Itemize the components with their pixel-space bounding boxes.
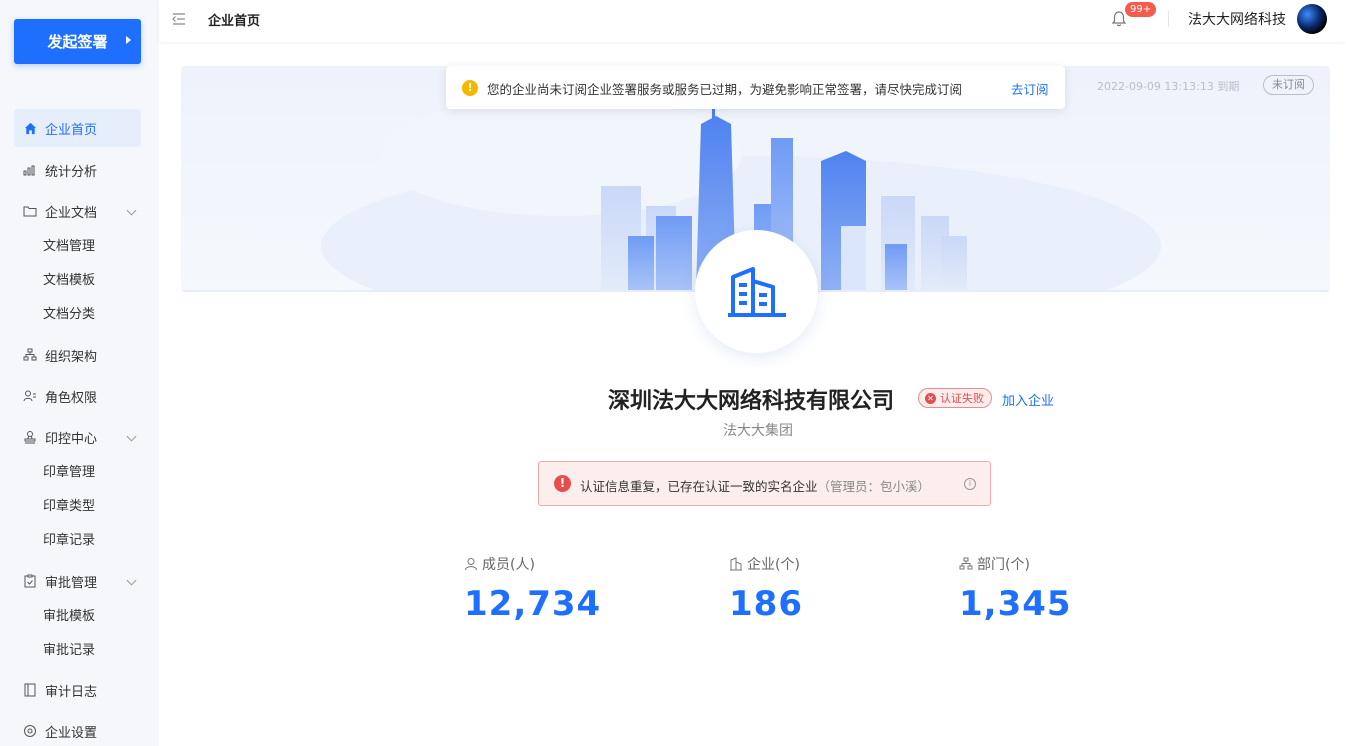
error-message-text: 认证信息重复，已存在认证一致的实名企业 xyxy=(580,479,818,494)
sidebar-item-org[interactable]: 组织架构 xyxy=(14,336,141,374)
chevron-down-icon xyxy=(126,205,137,216)
error-icon: ! xyxy=(554,475,571,492)
bar-chart-icon xyxy=(23,163,37,177)
sidebar-item-label: 企业文档 xyxy=(45,205,98,221)
stat-label: 成员(人) xyxy=(482,557,535,573)
sidebar-item-stats[interactable]: 统计分析 xyxy=(14,151,141,189)
verification-error-alert: ! 认证信息重复，已存在认证一致的实名企业（管理员：包小溪） i xyxy=(538,461,991,506)
sidebar-item-label: 企业首页 xyxy=(45,122,98,138)
expiry-date: 2022-09-09 13:13:13 到期 xyxy=(1097,80,1240,93)
user-icon xyxy=(465,558,477,571)
stat-departments: 部门(个) 1,345 xyxy=(959,555,1072,624)
stat-value: 12,734 xyxy=(464,584,602,624)
sidebar-subitem-doc-manage[interactable]: 文档管理 xyxy=(43,237,95,257)
stat-label: 部门(个) xyxy=(977,557,1030,573)
company-logo xyxy=(695,230,818,353)
sidebar-subitem-approval-record[interactable]: 审批记录 xyxy=(43,641,95,661)
clipboard-icon xyxy=(23,574,37,588)
log-icon xyxy=(23,683,37,697)
start-signing-label: 发起签署 xyxy=(47,33,108,51)
sidebar-item-approval[interactable]: 审批管理 xyxy=(14,562,141,600)
sidebar-subitem-doc-category[interactable]: 文档分类 xyxy=(43,305,95,325)
notification-badge: 99+ xyxy=(1125,2,1157,17)
subscription-status-tag: 未订阅 xyxy=(1263,75,1314,95)
stat-label: 企业(个) xyxy=(747,557,800,573)
error-admin-text: （管理员：包小溪） xyxy=(817,479,931,494)
start-signing-button[interactable]: 发起签署 xyxy=(14,19,141,64)
join-company-link[interactable]: 加入企业 xyxy=(1002,390,1054,409)
current-company-name[interactable]: 法大大网络科技 xyxy=(1188,9,1286,29)
sidebar-item-label: 审批管理 xyxy=(45,575,98,591)
page-title: 企业首页 xyxy=(208,14,261,29)
sidebar-item-roles[interactable]: 角色权限 xyxy=(14,377,141,415)
error-message: 认证信息重复，已存在认证一致的实名企业（管理员：包小溪） xyxy=(580,476,930,495)
sidebar-item-home[interactable]: 企业首页 xyxy=(14,109,141,147)
warning-icon: ! xyxy=(462,80,478,96)
role-icon xyxy=(23,389,37,403)
sidebar-item-label: 企业设置 xyxy=(45,725,98,741)
sidebar: 发起签署 企业首页 统计分析 企业文档 文档管理 文档模板 文档分类 组织架构 … xyxy=(0,0,159,746)
sidebar-subitem-seal-type[interactable]: 印章类型 xyxy=(43,497,95,517)
sidebar-item-label: 审计日志 xyxy=(45,684,98,700)
notice-message: 您的企业尚未订阅企业签署服务或服务已过期，为避免影响正常签署，请尽快完成订阅 xyxy=(487,82,963,97)
chevron-down-icon xyxy=(126,575,137,586)
subscription-notice: ! 您的企业尚未订阅企业签署服务或服务已过期，为避免影响正常签署，请尽快完成订阅… xyxy=(446,66,1065,109)
company-name: 深圳法大大网络科技有限公司 xyxy=(608,389,895,414)
sidebar-subitem-seal-record[interactable]: 印章记录 xyxy=(43,531,95,551)
org-small-icon xyxy=(959,557,973,570)
org-icon xyxy=(23,348,37,362)
sidebar-subitem-doc-template[interactable]: 文档模板 xyxy=(43,271,95,291)
sidebar-item-documents[interactable]: 企业文档 xyxy=(14,192,141,230)
stat-value: 1,345 xyxy=(959,584,1072,624)
settings-icon xyxy=(23,724,37,738)
building-small-icon xyxy=(730,557,742,571)
verification-status-label: 认证失败 xyxy=(940,392,984,405)
divider xyxy=(1168,11,1169,27)
verification-status-badge: ✕ 认证失败 xyxy=(918,388,992,408)
caret-right-icon xyxy=(126,36,131,44)
sidebar-subitem-seal-manage[interactable]: 印章管理 xyxy=(43,463,95,483)
avatar[interactable] xyxy=(1297,4,1327,34)
top-bar: 企业首页 99+ 法大大网络科技 xyxy=(159,0,1346,42)
sidebar-subitem-approval-template[interactable]: 审批模板 xyxy=(43,607,95,627)
stat-value: 186 xyxy=(729,584,803,624)
subscribe-link[interactable]: 去订阅 xyxy=(1011,79,1049,98)
building-icon xyxy=(727,266,786,317)
group-name: 法大大集团 xyxy=(723,423,793,439)
close-circle-icon: ✕ xyxy=(925,392,936,404)
home-icon xyxy=(23,121,37,135)
folder-icon xyxy=(23,204,37,218)
menu-collapse-icon[interactable] xyxy=(171,11,187,27)
sidebar-item-settings[interactable]: 企业设置 xyxy=(14,712,141,746)
sidebar-item-audit-log[interactable]: 审计日志 xyxy=(14,671,141,709)
sidebar-item-label: 统计分析 xyxy=(45,164,98,180)
info-icon[interactable]: i xyxy=(964,478,976,490)
stat-companies: 企业(个) 186 xyxy=(729,555,803,624)
stat-members: 成员(人) 12,734 xyxy=(464,555,601,624)
sidebar-item-label: 组织架构 xyxy=(45,349,98,365)
sidebar-item-label: 角色权限 xyxy=(45,390,98,406)
